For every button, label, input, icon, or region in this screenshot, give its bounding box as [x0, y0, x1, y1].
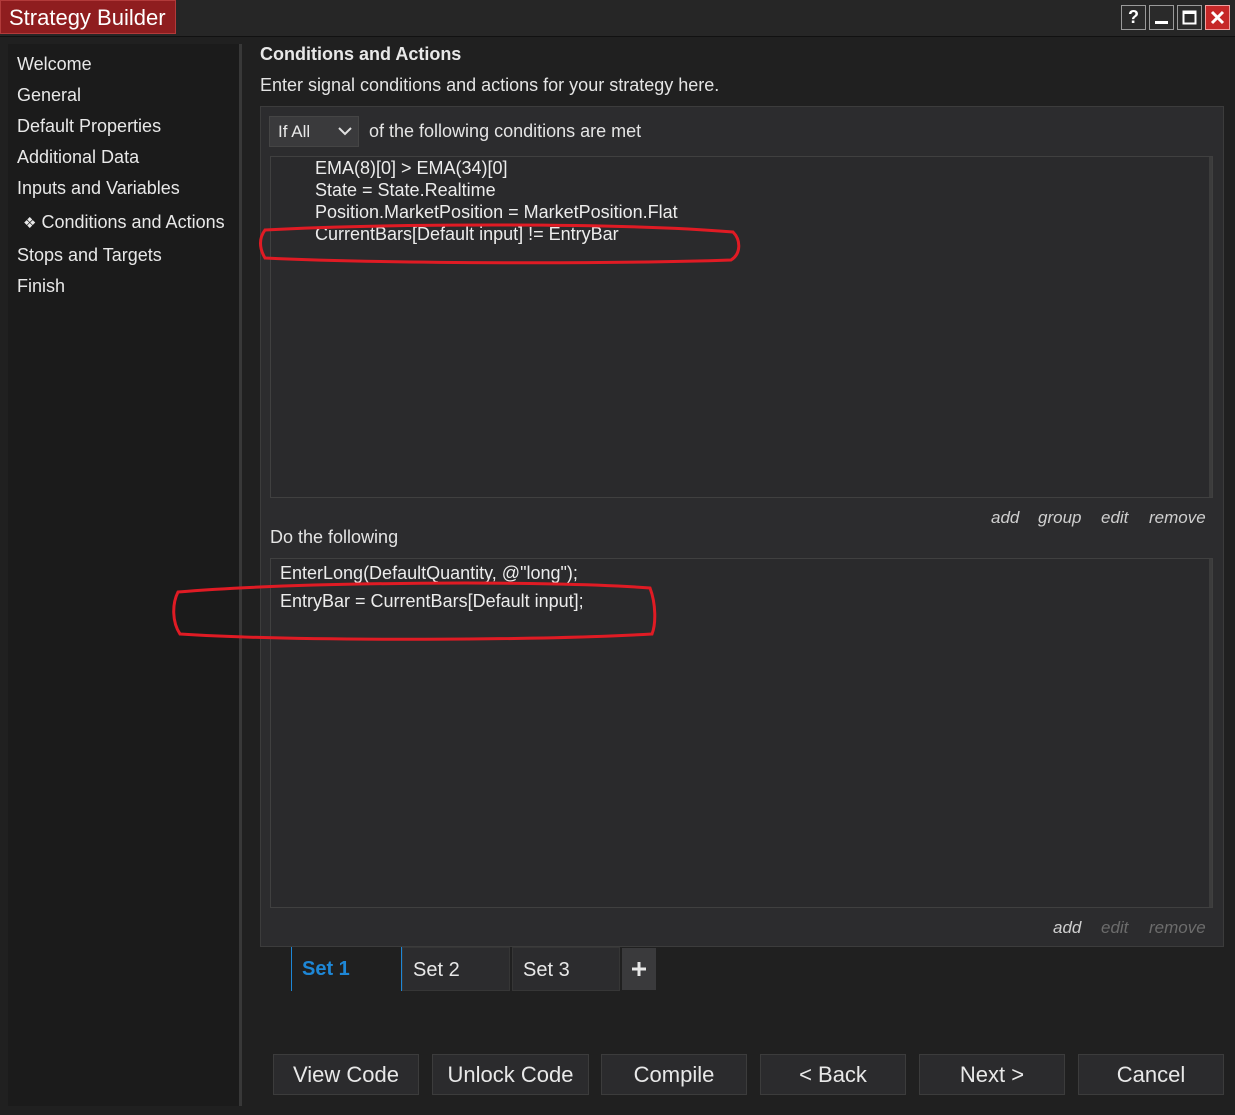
condition-item[interactable]: EMA(8)[0] > EMA(34)[0] — [315, 158, 508, 179]
edit-action-link: edit — [1101, 918, 1129, 937]
window-title: Strategy Builder — [0, 0, 176, 34]
back-button[interactable]: < Back — [760, 1054, 906, 1095]
help-button[interactable]: ? — [1121, 5, 1146, 30]
match-mode-select[interactable]: If All — [269, 116, 359, 147]
actions-label: Do the following — [270, 527, 399, 547]
minimize-icon — [1155, 21, 1168, 24]
sidebar-item-welcome[interactable]: Welcome — [17, 54, 92, 75]
add-condition-link[interactable]: add — [991, 508, 1019, 528]
maximize-button[interactable] — [1177, 5, 1202, 30]
action-item[interactable]: EnterLong(DefaultQuantity, @"long"); — [280, 563, 578, 584]
next-button[interactable]: Next > — [919, 1054, 1065, 1095]
condition-item[interactable]: State = State.Realtime — [315, 180, 496, 201]
sidebar-item-label: Conditions and Actions — [41, 212, 225, 232]
unlock-code-button[interactable]: Unlock Code — [432, 1054, 589, 1095]
maximize-icon — [1182, 10, 1197, 25]
sidebar-item-finish[interactable]: Finish — [17, 276, 65, 297]
page-subtitle: Enter signal conditions and actions for … — [260, 75, 720, 95]
remove-condition-link[interactable]: remove — [1149, 508, 1206, 528]
wizard-sidebar: Welcome General Default Properties Addit… — [8, 44, 239, 1106]
sidebar-item-conditions-and-actions[interactable]: ❖ Conditions and Actions — [23, 212, 225, 233]
sidebar-item-default-properties[interactable]: Default Properties — [17, 116, 161, 137]
sidebar-divider — [239, 44, 242, 1106]
sidebar-item-additional-data[interactable]: Additional Data — [17, 147, 139, 168]
page-title: Conditions and Actions — [260, 44, 462, 64]
match-mode-value: If All — [278, 122, 311, 141]
add-set-button[interactable] — [622, 948, 656, 990]
plus-icon — [632, 962, 646, 976]
chevron-down-icon — [338, 127, 352, 136]
minimize-button[interactable] — [1149, 5, 1174, 30]
sidebar-item-general[interactable]: General — [17, 85, 81, 106]
close-button[interactable] — [1205, 5, 1230, 30]
tab-set-1[interactable]: Set 1 — [291, 947, 402, 991]
edit-condition-link[interactable]: edit — [1101, 508, 1128, 528]
sidebar-item-inputs-and-variables[interactable]: Inputs and Variables — [17, 178, 180, 199]
conditions-scrollbar[interactable] — [1209, 157, 1212, 497]
compile-button[interactable]: Compile — [601, 1054, 747, 1095]
actions-scrollbar[interactable] — [1209, 559, 1212, 907]
tab-set-2[interactable]: Set 2 — [402, 947, 510, 991]
sidebar-item-stops-and-targets[interactable]: Stops and Targets — [17, 245, 162, 266]
title-bar: Strategy Builder ? — [0, 0, 1235, 37]
remove-action-link: remove — [1149, 918, 1206, 937]
group-condition-link[interactable]: group — [1038, 508, 1081, 528]
action-item[interactable]: EntryBar = CurrentBars[Default input]; — [280, 591, 584, 612]
close-icon — [1210, 10, 1225, 25]
tab-set-3[interactable]: Set 3 — [512, 947, 620, 991]
view-code-button[interactable]: View Code — [273, 1054, 419, 1095]
cancel-button[interactable]: Cancel — [1078, 1054, 1224, 1095]
add-action-link[interactable]: add — [1053, 918, 1081, 938]
condition-item[interactable]: Position.MarketPosition = MarketPosition… — [315, 202, 678, 223]
diamond-bullet-icon: ❖ — [23, 215, 37, 232]
condition-item[interactable]: CurrentBars[Default input] != EntryBar — [315, 224, 619, 245]
conditions-label: of the following conditions are met — [369, 121, 642, 141]
